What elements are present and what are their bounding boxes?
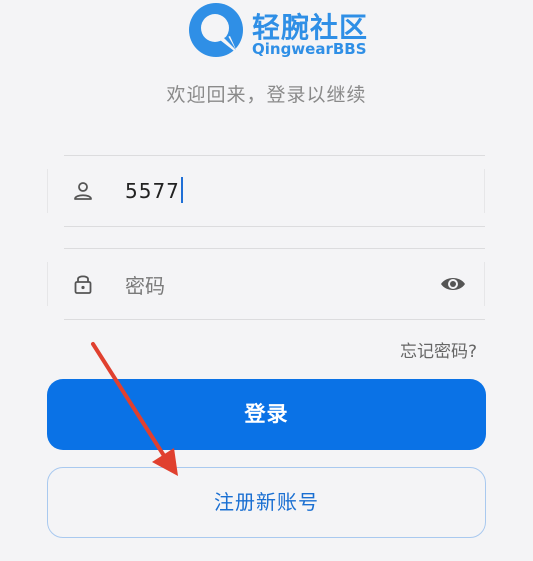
password-field[interactable]: 密码 xyxy=(47,248,485,320)
password-input[interactable]: 密码 xyxy=(125,270,165,299)
speech-bubble-logo-icon xyxy=(189,3,243,57)
app-logo: 轻腕社区 QingwearBBS xyxy=(186,0,367,60)
username-value: 5577 xyxy=(125,179,180,203)
login-button[interactable]: 登录 xyxy=(47,379,486,450)
logo-english-name: QingwearBBS xyxy=(252,40,367,58)
username-field[interactable]: 5577 xyxy=(47,155,485,227)
text-caret xyxy=(180,177,183,203)
eye-icon[interactable] xyxy=(439,272,467,296)
user-icon xyxy=(74,182,92,200)
welcome-subtitle: 欢迎回来，登录以继续 xyxy=(166,84,367,106)
username-input[interactable]: 5577 xyxy=(125,177,183,203)
lock-icon xyxy=(74,275,92,294)
forgot-password-link[interactable]: 忘记密码? xyxy=(400,337,477,362)
register-button[interactable]: 注册新账号 xyxy=(47,467,486,538)
